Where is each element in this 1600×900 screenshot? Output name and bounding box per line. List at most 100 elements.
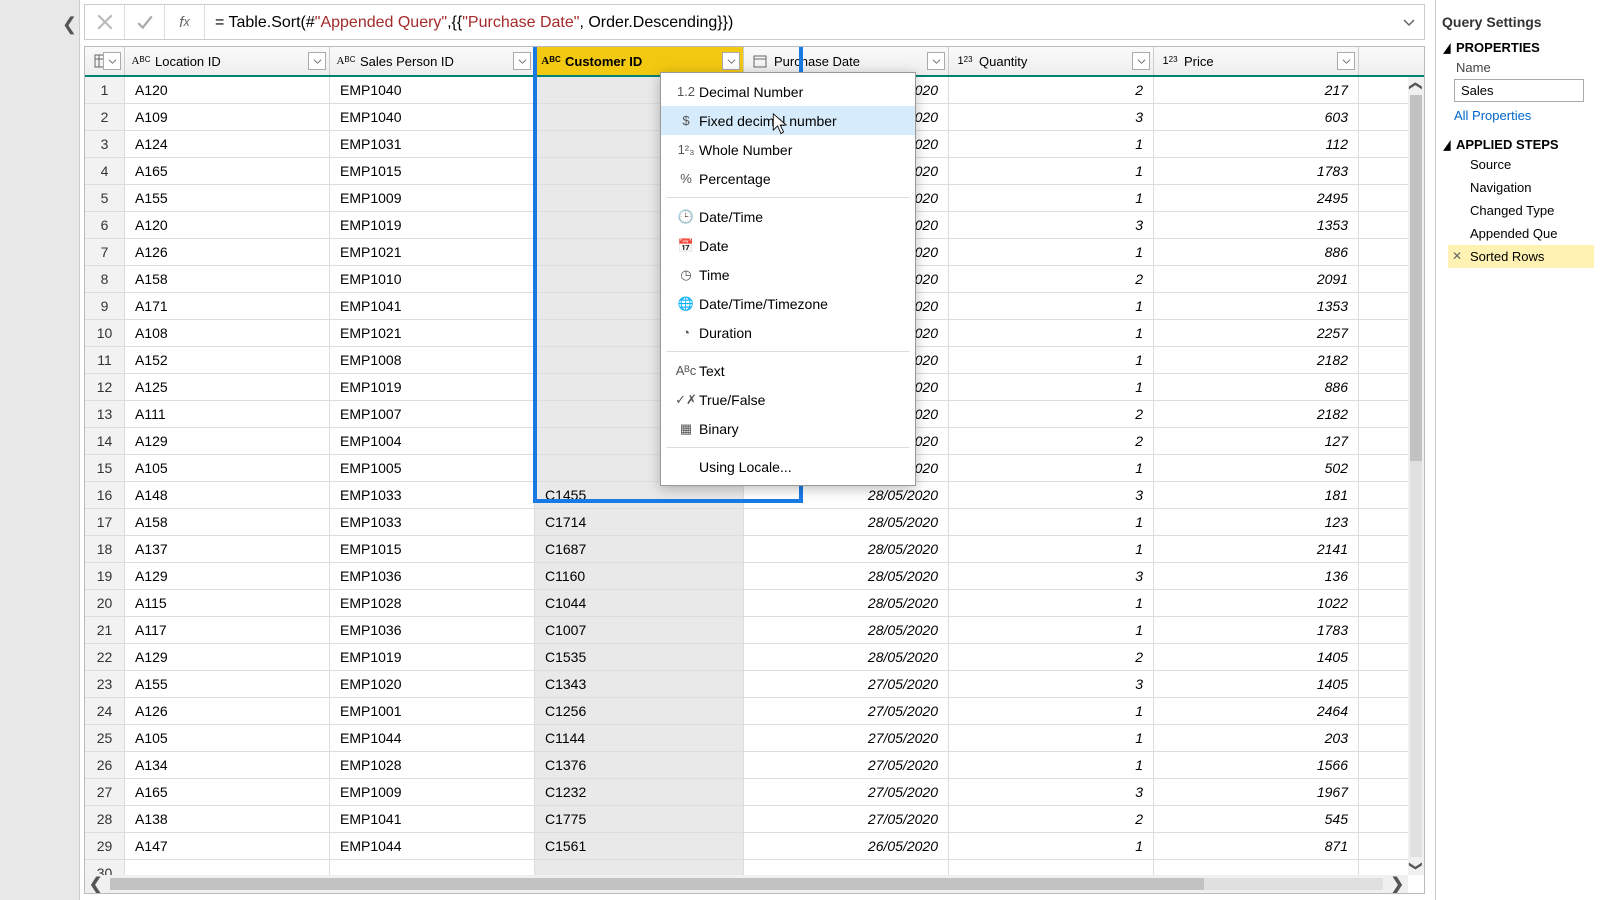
cell-salesperson[interactable]: EMP1031: [330, 131, 535, 157]
cell-date[interactable]: 28/05/2020: [744, 563, 949, 589]
scroll-left-icon[interactable]: ❮: [89, 874, 102, 894]
cell-salesperson[interactable]: EMP1036: [330, 563, 535, 589]
cell-customer[interactable]: C1160: [535, 563, 744, 589]
cell-location[interactable]: A108: [125, 320, 330, 346]
cell-price[interactable]: 886: [1154, 239, 1359, 265]
cell-price[interactable]: 2182: [1154, 347, 1359, 373]
type-menu-item[interactable]: AᴮcText: [661, 356, 915, 385]
cell-salesperson[interactable]: EMP1007: [330, 401, 535, 427]
cell-salesperson[interactable]: EMP1001: [330, 698, 535, 724]
cell-price[interactable]: 1566: [1154, 752, 1359, 778]
formula-text[interactable]: = Table.Sort(#"Appended Query",{{"Purcha…: [205, 12, 1394, 32]
cell-location[interactable]: A115: [125, 590, 330, 616]
applied-step[interactable]: Changed Type: [1448, 199, 1594, 222]
cell-salesperson[interactable]: EMP1015: [330, 158, 535, 184]
cell-quantity[interactable]: 2: [949, 806, 1154, 832]
cell-salesperson[interactable]: EMP1020: [330, 671, 535, 697]
filter-dropdown[interactable]: [308, 52, 326, 70]
cell-customer[interactable]: [535, 860, 744, 875]
cell-quantity[interactable]: 3: [949, 104, 1154, 130]
cell-location[interactable]: A137: [125, 536, 330, 562]
table-row[interactable]: 29A147EMP1044C156126/05/20201871: [85, 833, 1408, 860]
cell-salesperson[interactable]: [330, 860, 535, 875]
cell-price[interactable]: 2182: [1154, 401, 1359, 427]
cell-customer[interactable]: C1687: [535, 536, 744, 562]
cell-quantity[interactable]: 1: [949, 293, 1154, 319]
cell-salesperson[interactable]: EMP1028: [330, 590, 535, 616]
cell-customer[interactable]: C1714: [535, 509, 744, 535]
cell-salesperson[interactable]: EMP1009: [330, 185, 535, 211]
cell-location[interactable]: A155: [125, 185, 330, 211]
cell-quantity[interactable]: [949, 860, 1154, 875]
cell-quantity[interactable]: 3: [949, 779, 1154, 805]
cell-price[interactable]: 1405: [1154, 644, 1359, 670]
cell-location[interactable]: A125: [125, 374, 330, 400]
table-row[interactable]: 27A165EMP1009C123227/05/202031967: [85, 779, 1408, 806]
column-header-price[interactable]: 123 Price: [1154, 47, 1359, 75]
cell-salesperson[interactable]: EMP1019: [330, 374, 535, 400]
column-header-quantity[interactable]: 123 Quantity: [949, 47, 1154, 75]
cell-quantity[interactable]: 1: [949, 725, 1154, 751]
cell-price[interactable]: 603: [1154, 104, 1359, 130]
cell-location[interactable]: A126: [125, 239, 330, 265]
table-row[interactable]: 21A117EMP1036C100728/05/202011783: [85, 617, 1408, 644]
cell-date[interactable]: 27/05/2020: [744, 779, 949, 805]
cell-salesperson[interactable]: EMP1005: [330, 455, 535, 481]
cell-customer[interactable]: C1376: [535, 752, 744, 778]
cell-price[interactable]: 127: [1154, 428, 1359, 454]
cell-salesperson[interactable]: EMP1040: [330, 104, 535, 130]
filter-dropdown[interactable]: [1132, 52, 1150, 70]
cell-quantity[interactable]: 3: [949, 212, 1154, 238]
type-menu-item[interactable]: 1²₃Whole Number: [661, 135, 915, 164]
horizontal-scrollbar[interactable]: ❮ ❯: [85, 875, 1408, 893]
cell-location[interactable]: A105: [125, 725, 330, 751]
cell-location[interactable]: A129: [125, 644, 330, 670]
cell-salesperson[interactable]: EMP1021: [330, 239, 535, 265]
cell-date[interactable]: 28/05/2020: [744, 590, 949, 616]
cell-quantity[interactable]: 1: [949, 347, 1154, 373]
cell-location[interactable]: A158: [125, 509, 330, 535]
cell-quantity[interactable]: 1: [949, 374, 1154, 400]
cell-quantity[interactable]: 1: [949, 698, 1154, 724]
column-header-purchasedate[interactable]: Purchase Date: [744, 47, 949, 75]
cell-date[interactable]: 27/05/2020: [744, 752, 949, 778]
filter-dropdown[interactable]: [513, 52, 531, 70]
cell-price[interactable]: 2091: [1154, 266, 1359, 292]
column-header-customer[interactable]: ABC Customer ID: [535, 47, 744, 75]
type-menu-item[interactable]: ✓✗True/False: [661, 385, 915, 414]
cell-salesperson[interactable]: EMP1040: [330, 77, 535, 103]
applied-step[interactable]: Navigation: [1448, 176, 1594, 199]
cell-quantity[interactable]: 1: [949, 158, 1154, 184]
table-row[interactable]: 25A105EMP1044C114427/05/20201203: [85, 725, 1408, 752]
all-properties-link[interactable]: All Properties: [1454, 108, 1594, 123]
type-menu-item[interactable]: %Percentage: [661, 164, 915, 193]
table-row[interactable]: 20A115EMP1028C104428/05/202011022: [85, 590, 1408, 617]
cell-location[interactable]: A126: [125, 698, 330, 724]
filter-dropdown[interactable]: [1337, 52, 1355, 70]
table-row[interactable]: 16A148EMP1033C145528/05/20203181: [85, 482, 1408, 509]
cell-quantity[interactable]: 1: [949, 185, 1154, 211]
cell-quantity[interactable]: 1: [949, 590, 1154, 616]
cell-date[interactable]: 28/05/2020: [744, 509, 949, 535]
cell-price[interactable]: 136: [1154, 563, 1359, 589]
cell-customer[interactable]: C1232: [535, 779, 744, 805]
cell-quantity[interactable]: 1: [949, 239, 1154, 265]
cell-customer[interactable]: C1144: [535, 725, 744, 751]
cell-date[interactable]: 26/05/2020: [744, 833, 949, 859]
applied-step[interactable]: ✕Sorted Rows: [1448, 245, 1594, 268]
cell-location[interactable]: A120: [125, 77, 330, 103]
cell-salesperson[interactable]: EMP1015: [330, 536, 535, 562]
cell-salesperson[interactable]: EMP1036: [330, 617, 535, 643]
cell-salesperson[interactable]: EMP1021: [330, 320, 535, 346]
index-dropdown[interactable]: [103, 52, 121, 70]
applied-step[interactable]: Appended Que: [1448, 222, 1594, 245]
cell-location[interactable]: A158: [125, 266, 330, 292]
cell-price[interactable]: 2464: [1154, 698, 1359, 724]
cell-quantity[interactable]: 2: [949, 401, 1154, 427]
scroll-up-icon[interactable]: ❮: [1407, 78, 1425, 94]
cell-quantity[interactable]: 2: [949, 644, 1154, 670]
cell-date[interactable]: 27/05/2020: [744, 806, 949, 832]
scroll-right-icon[interactable]: ❯: [1391, 874, 1404, 894]
cell-price[interactable]: [1154, 860, 1359, 875]
cell-salesperson[interactable]: EMP1044: [330, 725, 535, 751]
